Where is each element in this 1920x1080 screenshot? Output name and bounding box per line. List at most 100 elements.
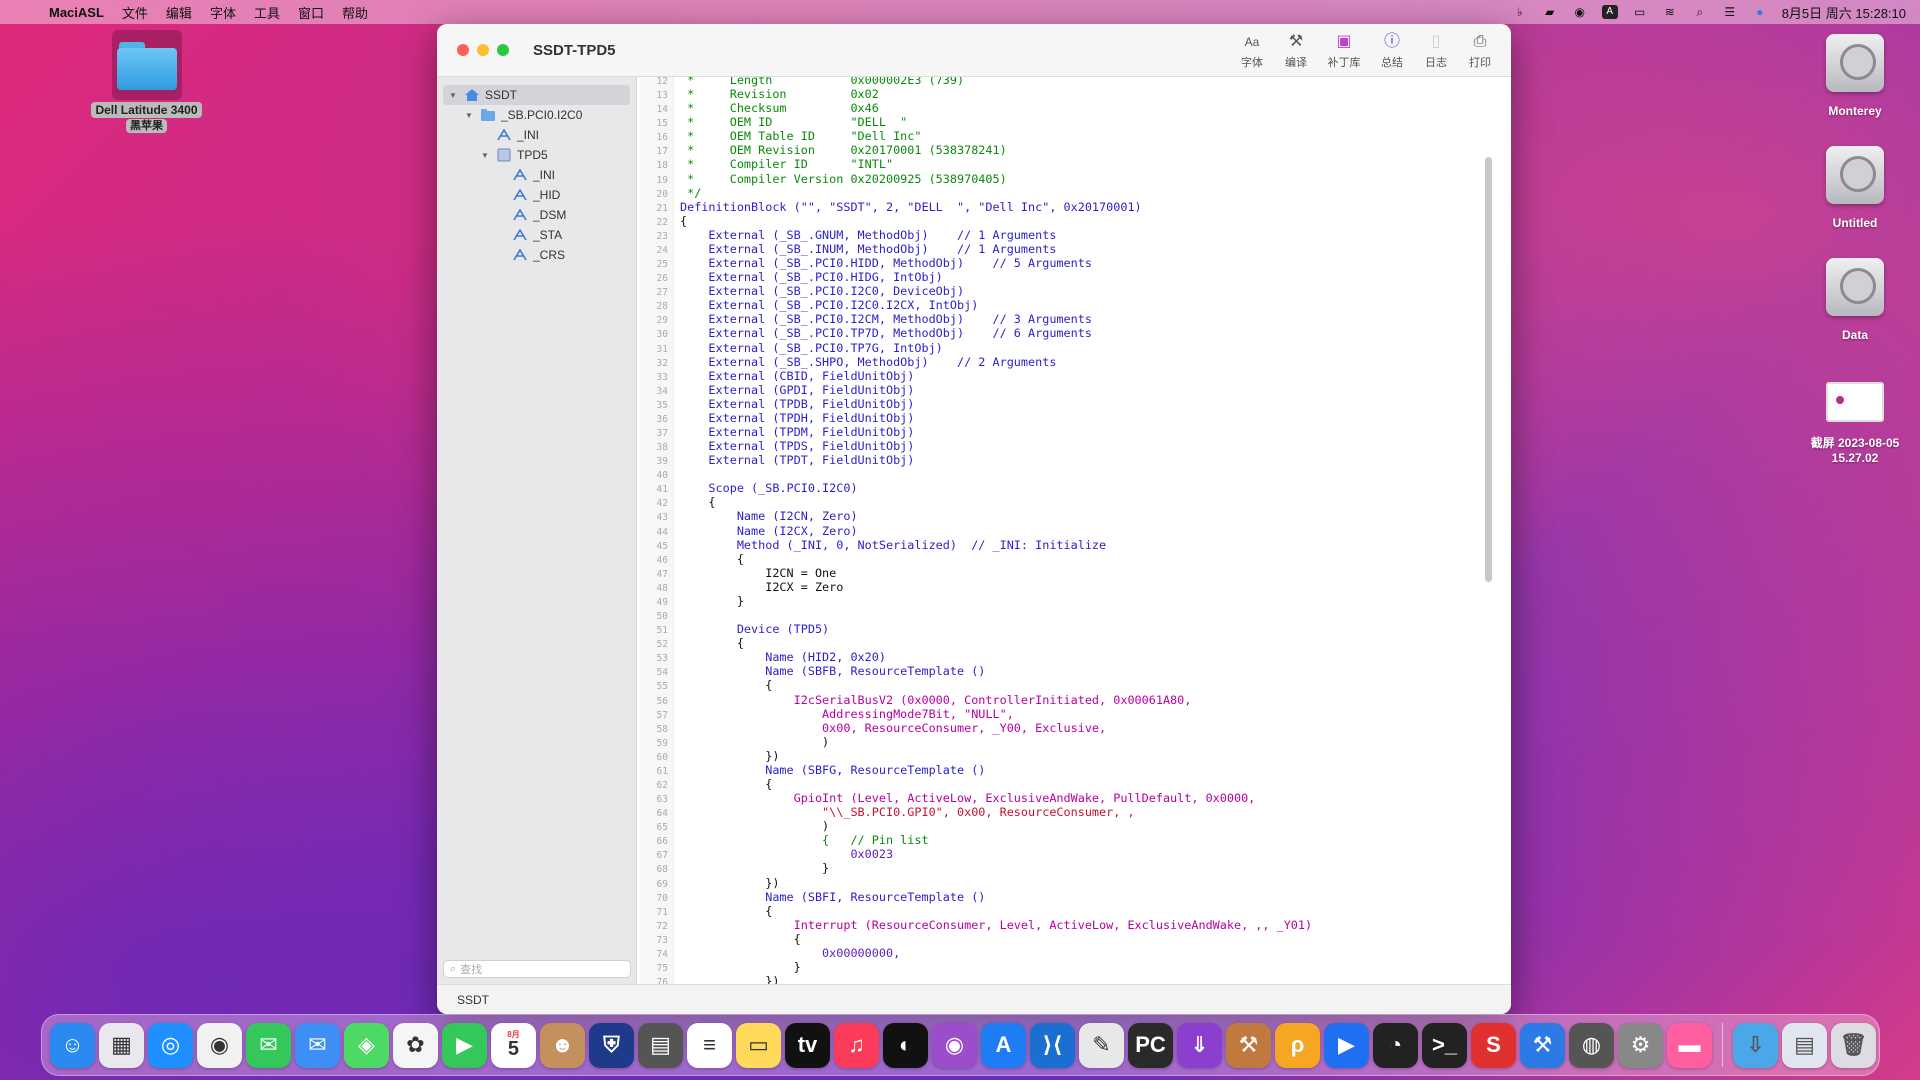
dock-app-store[interactable]: A bbox=[981, 1022, 1026, 1068]
tree-item[interactable]: _DSM bbox=[437, 205, 636, 225]
dock-contacts[interactable]: ☻ bbox=[540, 1022, 585, 1068]
dock-sublime[interactable]: S bbox=[1471, 1022, 1516, 1068]
dock-safari[interactable]: ◎ bbox=[148, 1022, 193, 1068]
code-line: 73 { bbox=[640, 932, 801, 946]
dock-facetime[interactable]: ▶ bbox=[442, 1022, 487, 1068]
code-text: Name (SBFI, ResourceTemplate () bbox=[680, 889, 986, 904]
dock-keynote[interactable]: ▶ bbox=[1324, 1022, 1369, 1068]
dock-preview[interactable]: ✎ bbox=[1079, 1022, 1124, 1068]
dock-monitor[interactable]: ◔ bbox=[1373, 1022, 1418, 1068]
menu-file[interactable]: 文件 bbox=[113, 3, 157, 22]
dock-vs-code[interactable]: ⟩⟨ bbox=[1030, 1022, 1075, 1068]
dock-photos[interactable]: ✿ bbox=[393, 1022, 438, 1068]
status-app-icon[interactable]: ♭ bbox=[1512, 5, 1528, 19]
code-line: 44 Name (I2CX, Zero) bbox=[640, 524, 858, 538]
disclosure-chevron-icon[interactable]: ▼ bbox=[447, 91, 459, 100]
notification-icon[interactable]: ▰ bbox=[1542, 5, 1558, 19]
dock-qq[interactable]: ◐ bbox=[883, 1022, 928, 1068]
search-icon[interactable]: ⌕ bbox=[1692, 5, 1708, 19]
menu-clock[interactable]: 8月5日 周六 15:28:10 bbox=[1782, 3, 1906, 22]
dock-documents-stack[interactable]: ▤ bbox=[1782, 1022, 1827, 1068]
desktop-folder[interactable]: Dell Latitude 3400 黑苹果 bbox=[84, 30, 209, 133]
dock-downloader[interactable]: ⇓ bbox=[1177, 1022, 1222, 1068]
code-text: Name (I2CN, Zero) bbox=[680, 509, 858, 524]
input-method-icon[interactable]: A bbox=[1601, 5, 1618, 19]
dock-hammer[interactable]: ⚒ bbox=[1226, 1022, 1271, 1068]
minimize-button[interactable] bbox=[477, 44, 489, 56]
siri-icon[interactable]: ● bbox=[1752, 5, 1768, 19]
code-line: 21 DefinitionBlock ("", "SSDT", 2, "DELL … bbox=[640, 200, 1142, 214]
code-text: External (_SB_.PCI0.I2C0.I2CX, IntObj) bbox=[680, 298, 979, 313]
vertical-scrollbar[interactable] bbox=[1485, 157, 1492, 582]
app-menu[interactable]: MaciASL bbox=[40, 5, 113, 20]
dock-finder[interactable]: ☺ bbox=[50, 1022, 95, 1068]
log-button[interactable]: ▯ 日志 bbox=[1417, 30, 1455, 70]
desktop-disk-data[interactable]: Data bbox=[1810, 258, 1900, 342]
dock-screenshots[interactable]: ▬ bbox=[1667, 1022, 1712, 1068]
dock-trash[interactable]: 🗑 bbox=[1831, 1022, 1876, 1068]
dock-music[interactable]: ♫ bbox=[834, 1022, 879, 1068]
dock-xcode[interactable]: ⚒ bbox=[1520, 1022, 1565, 1068]
code-line: 49 } bbox=[640, 594, 744, 608]
dock-terminal[interactable]: >_ bbox=[1422, 1022, 1467, 1068]
patch-button[interactable]: ▣ 补丁库 bbox=[1321, 30, 1367, 70]
font-button[interactable]: Aa 字体 bbox=[1233, 30, 1271, 70]
dock-dashboard[interactable]: ◍ bbox=[1569, 1022, 1614, 1068]
summary-button[interactable]: ⓘ 总结 bbox=[1373, 30, 1411, 70]
tree-item[interactable]: _CRS bbox=[437, 245, 636, 265]
dock-system-preferences[interactable]: ⚙ bbox=[1618, 1022, 1663, 1068]
desktop-disk-untitled[interactable]: Untitled bbox=[1810, 146, 1900, 230]
control-center-icon[interactable]: ☰ bbox=[1722, 5, 1738, 19]
dock-pycharm[interactable]: PC bbox=[1128, 1022, 1173, 1068]
tree-item[interactable]: _HID bbox=[437, 185, 636, 205]
search-icon: ⌕ bbox=[450, 962, 457, 975]
disclosure-chevron-icon[interactable]: ▼ bbox=[463, 111, 475, 120]
print-button[interactable]: ⎙ 打印 bbox=[1461, 30, 1499, 70]
code-text: External (TPDM, FieldUnitObj) bbox=[680, 425, 915, 439]
tree-item[interactable]: _STA bbox=[437, 225, 636, 245]
menu-window[interactable]: 窗口 bbox=[289, 3, 333, 22]
tree-item[interactable]: _INI bbox=[437, 165, 636, 185]
dock-calendar[interactable]: 8月 5 bbox=[491, 1022, 536, 1068]
tree-item[interactable]: ▼ SSDT bbox=[443, 85, 630, 105]
zoom-button[interactable] bbox=[497, 44, 509, 56]
menu-font[interactable]: 字体 bbox=[201, 3, 245, 22]
dock-chrome[interactable]: ◉ bbox=[197, 1022, 242, 1068]
code-text: * OEM Table ID "Dell Inc" bbox=[680, 129, 922, 144]
log-icon: ▯ bbox=[1431, 33, 1441, 50]
dock-calculator[interactable]: ▤ bbox=[638, 1022, 683, 1068]
tree-item[interactable]: ▼ TPD5 bbox=[437, 145, 636, 165]
tree-item-label: _CRS bbox=[533, 248, 566, 262]
sidebar-search-field[interactable]: ⌕ 查找 bbox=[443, 960, 631, 978]
code-text: Name (SBFG, ResourceTemplate () bbox=[680, 762, 986, 777]
dock-mail[interactable]: ✉ bbox=[295, 1022, 340, 1068]
tree-item[interactable]: ▼ _SB.PCI0.I2C0 bbox=[437, 105, 636, 125]
tree-item[interactable]: _INI bbox=[437, 125, 636, 145]
dock-notes[interactable]: ▭ bbox=[736, 1022, 781, 1068]
dock-tv[interactable]: tv bbox=[785, 1022, 830, 1068]
compile-button[interactable]: ⚒ 编译 bbox=[1277, 30, 1315, 70]
menu-tools[interactable]: 工具 bbox=[245, 3, 289, 22]
dock-maps[interactable]: ◈ bbox=[344, 1022, 389, 1068]
dock-pages[interactable]: ρ bbox=[1275, 1022, 1320, 1068]
disclosure-chevron-icon[interactable]: ▼ bbox=[479, 151, 491, 160]
code-text: "\\_SB.PCI0.GPI0", 0x00, ResourceConsume… bbox=[680, 805, 1135, 820]
menu-help[interactable]: 帮助 bbox=[333, 3, 377, 22]
dock-downloads-folder[interactable]: ⇩ bbox=[1733, 1022, 1778, 1068]
dock-podcasts[interactable]: ◉ bbox=[932, 1022, 977, 1068]
dock-reminders[interactable]: ≡ bbox=[687, 1022, 732, 1068]
desktop-disk-monterey[interactable]: Monterey bbox=[1810, 34, 1900, 118]
dock-launchpad[interactable]: ▦ bbox=[99, 1022, 144, 1068]
wifi-icon[interactable]: ≋ bbox=[1662, 5, 1678, 19]
close-button[interactable] bbox=[457, 44, 469, 56]
battery-icon[interactable]: ▭ bbox=[1632, 5, 1648, 19]
vpn-icon[interactable]: ◉ bbox=[1572, 5, 1588, 19]
desktop-screenshot[interactable]: 截屏 2023-08-05 15.27.02 bbox=[1795, 382, 1915, 465]
code-text: I2CX = Zero bbox=[680, 579, 844, 594]
dock-bitwarden[interactable]: ⛨ bbox=[589, 1022, 634, 1068]
code-text: * Length 0x000002E3 (739) bbox=[680, 77, 965, 87]
code-editor[interactable]: 12 * Length 0x000002E3 (739) 13 * Revisio… bbox=[640, 77, 1496, 984]
calendar-day: 5 bbox=[507, 1038, 520, 1060]
menu-edit[interactable]: 编辑 bbox=[157, 3, 201, 22]
dock-messages[interactable]: ✉ bbox=[246, 1022, 291, 1068]
